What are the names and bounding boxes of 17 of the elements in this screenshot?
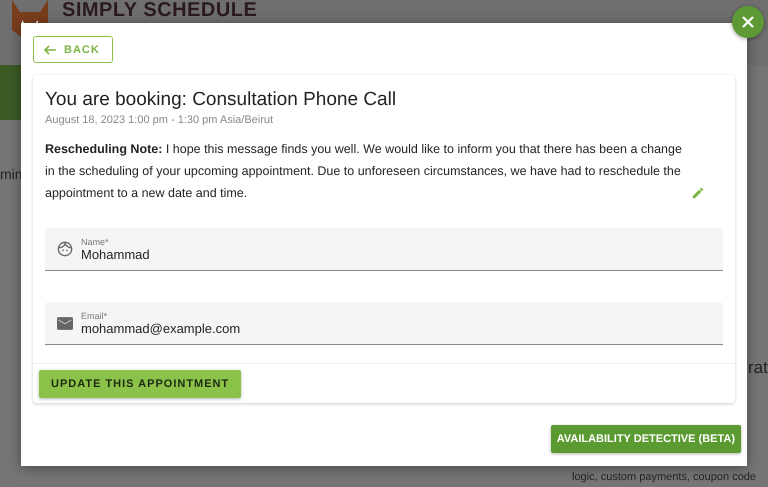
field-value: Mohammad: [81, 246, 150, 262]
booking-title: You are booking: Consultation Phone Call: [45, 89, 398, 111]
update-appointment-button[interactable]: UPDATE THIS APPOINTMENT: [39, 370, 242, 398]
appointment-datetime: August 18, 2023 1:00 pm - 1:30 pm Asia/Beirut: [45, 114, 274, 126]
input-field[interactable]: Name* Mohammad: [45, 228, 723, 271]
face-icon: [57, 241, 73, 257]
field-label: Name*: [81, 236, 110, 246]
background-text: logic, custom payments, coupon code: [572, 471, 756, 483]
rescheduling-note: Rescheduling Note: I hope this message finds you well. We would like to inform you that there has been a change in the scheduling of your upcoming appointment. Due to unforeseen circumstances, we have had to reschedule the appointment to a new date and time.: [45, 141, 683, 202]
envelope-icon: [57, 316, 73, 330]
field-label: Email*: [81, 310, 108, 320]
arrow-left-icon: [44, 44, 56, 54]
field-value: mohammad@example.com: [81, 320, 240, 336]
logo-text: SIMPLY SCHEDULE: [62, 0, 258, 20]
background-heading: rat: [748, 358, 768, 378]
input-field[interactable]: Email* mohammad@example.com: [45, 302, 723, 345]
close-icon: [742, 16, 754, 28]
